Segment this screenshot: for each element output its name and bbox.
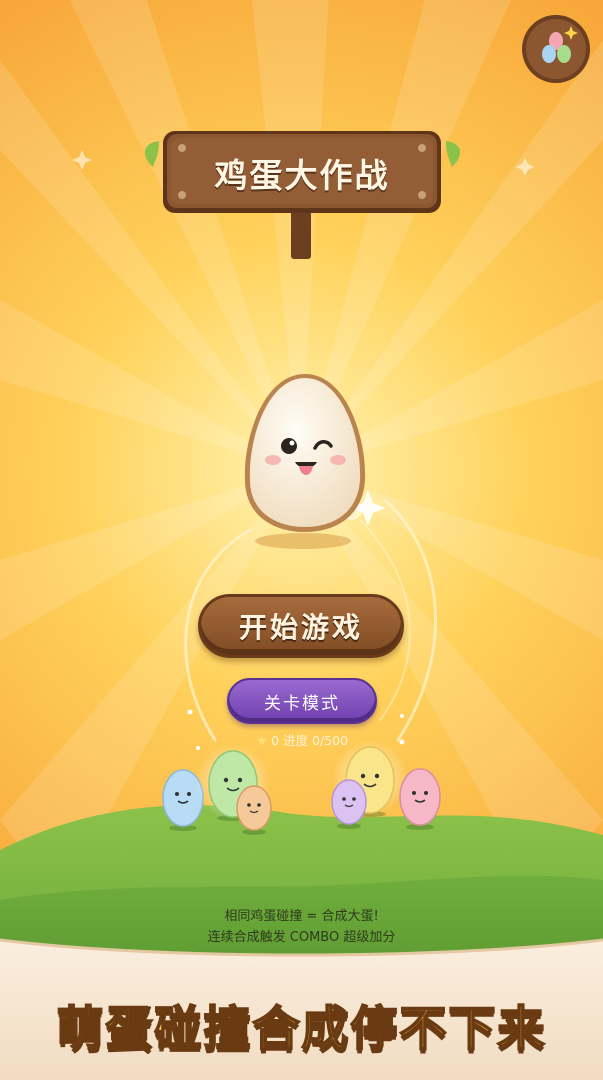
hint-line-1: 相同鸡蛋碰撞 = 合成大蛋!	[224, 909, 379, 924]
promo-banner: 萌蛋碰撞合成停不下来	[56, 1001, 547, 1058]
egg-group	[162, 740, 441, 835]
game-title: 鸡蛋大作战	[214, 156, 390, 195]
egg-mascot	[244, 374, 366, 549]
start-game-button[interactable]: 开始游戏	[198, 594, 404, 658]
hint-line-2: 连续合成触发 COMBO 超级加分	[207, 930, 396, 945]
level-mode-button[interactable]: 关卡模式	[227, 678, 377, 724]
egg-collection-button[interactable]	[521, 14, 591, 84]
egg-collection-icon	[522, 15, 590, 83]
